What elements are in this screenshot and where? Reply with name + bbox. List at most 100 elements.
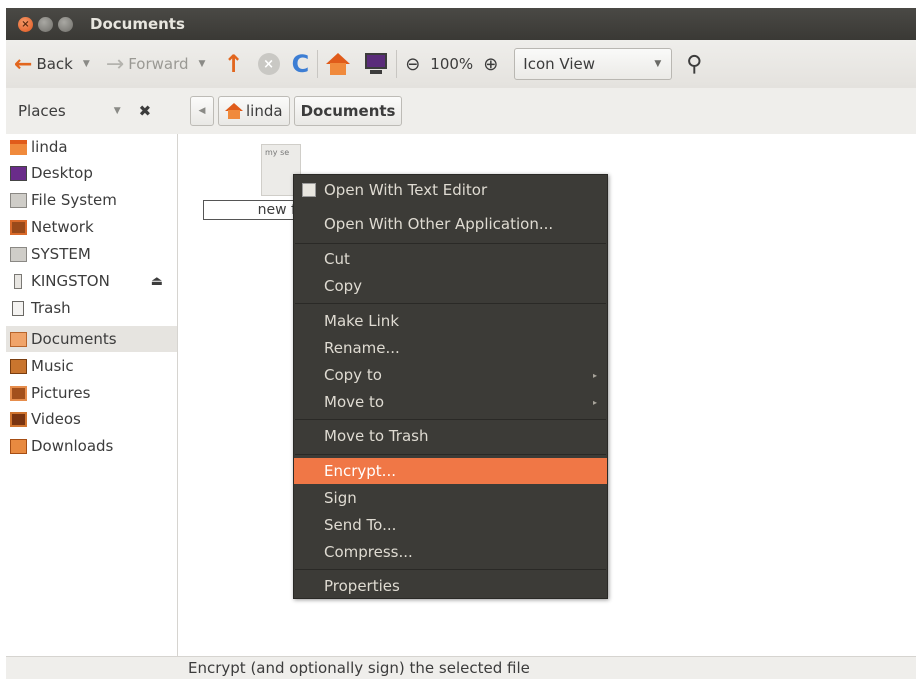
sidebar-item-system[interactable]: SYSTEM xyxy=(6,241,177,267)
title-bar: × Documents xyxy=(6,8,916,40)
desktop-icon xyxy=(10,165,27,181)
sidebar-item-desktop[interactable]: Desktop xyxy=(6,160,177,186)
search-icon: ⚲ xyxy=(686,51,703,77)
sidebar-item-label: SYSTEM xyxy=(31,245,91,263)
menu-item-label: Rename... xyxy=(324,339,400,357)
back-button[interactable]: ← Back ▼ xyxy=(14,52,90,77)
sidebar-item-downloads[interactable]: Downloads xyxy=(6,433,177,459)
breadcrumb-current-label: Documents xyxy=(300,102,396,120)
file-name-value: new f xyxy=(257,202,296,218)
menu-item-sign[interactable]: Sign xyxy=(294,485,607,511)
menu-item-rename[interactable]: Rename... xyxy=(294,335,607,361)
documents-folder-icon xyxy=(10,331,27,347)
drive-icon xyxy=(10,192,27,208)
sidebar-item-music[interactable]: Music xyxy=(6,353,177,379)
menu-item-label: Move to xyxy=(324,393,385,411)
maximize-window-button[interactable] xyxy=(58,16,73,32)
places-header: Places ▼ ✖ xyxy=(6,88,178,134)
sidebar-item-label: File System xyxy=(31,191,117,209)
sidebar-item-documents[interactable]: Documents xyxy=(6,326,177,352)
home-icon xyxy=(225,103,243,119)
breadcrumb-current[interactable]: Documents xyxy=(293,96,403,126)
sidebar-item-file-system[interactable]: File System xyxy=(6,187,177,213)
menu-item-label: Copy to xyxy=(324,366,382,384)
chevron-left-icon: ◀ xyxy=(198,106,206,116)
path-back-button[interactable]: ◀ xyxy=(190,96,214,126)
menu-item-label: Open With Text Editor xyxy=(324,181,488,199)
toolbar-separator xyxy=(317,50,319,78)
stop-button[interactable]: × xyxy=(257,53,280,75)
zoom-in-icon: ⊕ xyxy=(483,53,499,75)
sidebar-item-linda[interactable]: linda xyxy=(6,134,177,160)
menu-item-label: Encrypt... xyxy=(324,462,396,480)
menu-item-properties[interactable]: Properties xyxy=(294,573,607,599)
places-label: Places xyxy=(18,102,66,120)
computer-button[interactable] xyxy=(364,53,388,75)
close-window-button[interactable]: × xyxy=(18,16,33,32)
usb-drive-icon xyxy=(14,273,22,289)
chevron-right-icon: ▸ xyxy=(592,397,597,407)
view-mode-select[interactable]: Icon View ▼ xyxy=(514,48,673,80)
menu-item-open-with-other-application[interactable]: Open With Other Application... xyxy=(294,211,607,237)
sidebar-item-network[interactable]: Network xyxy=(6,214,177,240)
home-icon xyxy=(326,53,351,75)
menu-separator xyxy=(295,419,606,420)
menu-separator xyxy=(295,454,606,455)
forward-button[interactable]: → Forward ▼ xyxy=(106,52,206,77)
forward-arrow-icon: → xyxy=(105,51,125,77)
menu-item-copy-to[interactable]: Copy to ▸ xyxy=(294,362,607,388)
up-button[interactable]: ↑ xyxy=(223,50,243,78)
eject-icon[interactable]: ⏏ xyxy=(151,274,163,289)
chevron-down-icon: ▼ xyxy=(654,59,662,69)
up-arrow-icon: ↑ xyxy=(223,50,244,78)
sidebar-item-label: KINGSTON xyxy=(31,272,110,290)
file-preview-text: my se xyxy=(265,148,290,157)
menu-separator xyxy=(295,243,606,244)
sidebar-item-trash[interactable]: Trash xyxy=(6,295,177,321)
menu-item-move-to[interactable]: Move to ▸ xyxy=(294,389,607,415)
menu-item-make-link[interactable]: Make Link xyxy=(294,308,607,334)
reload-button[interactable]: C xyxy=(292,50,310,78)
drive-icon xyxy=(10,246,27,262)
text-editor-icon xyxy=(302,183,316,197)
home-button[interactable] xyxy=(326,53,351,75)
search-button[interactable]: ⚲ xyxy=(686,52,702,77)
menu-item-cut[interactable]: Cut xyxy=(294,246,607,272)
menu-item-encrypt[interactable]: Encrypt... xyxy=(294,458,607,484)
sidebar-item-label: Trash xyxy=(31,299,71,317)
breadcrumb-home[interactable]: linda xyxy=(218,96,290,126)
chevron-down-icon[interactable]: ▼ xyxy=(199,59,206,69)
videos-folder-icon xyxy=(10,411,27,427)
close-icon: × xyxy=(21,18,30,30)
sidebar-item-label: Music xyxy=(31,357,74,375)
menu-item-label: Send To... xyxy=(324,516,397,534)
network-icon xyxy=(10,219,27,235)
menu-item-open-with-text-editor[interactable]: Open With Text Editor xyxy=(294,177,607,203)
sidebar-item-videos[interactable]: Videos xyxy=(6,406,177,432)
sidebar-item-kingston[interactable]: KINGSTON ⏏ xyxy=(6,268,177,294)
menu-item-compress[interactable]: Compress... xyxy=(294,539,607,565)
music-folder-icon xyxy=(10,358,27,374)
file-name-field[interactable]: new f xyxy=(203,200,301,220)
sidebar-item-label: Network xyxy=(31,218,94,236)
minimize-window-button[interactable] xyxy=(38,16,53,32)
sidebar: linda Desktop File System Network SYSTEM… xyxy=(6,134,178,656)
chevron-down-icon[interactable]: ▼ xyxy=(114,106,121,116)
menu-item-label: Make Link xyxy=(324,312,399,330)
status-text: Encrypt (and optionally sign) the select… xyxy=(188,659,530,677)
toolbar-separator xyxy=(396,50,398,78)
back-arrow-icon: ← xyxy=(14,51,33,77)
sidebar-status-area xyxy=(6,656,179,679)
zoom-in-button[interactable]: ⊕ xyxy=(483,54,498,75)
home-folder-icon xyxy=(10,139,27,155)
menu-item-move-to-trash[interactable]: Move to Trash xyxy=(294,423,607,449)
zoom-level: 100% xyxy=(430,55,474,73)
back-label: Back xyxy=(36,55,73,73)
chevron-down-icon[interactable]: ▼ xyxy=(83,59,90,69)
menu-item-copy[interactable]: Copy xyxy=(294,273,607,299)
menu-item-send-to[interactable]: Send To... xyxy=(294,512,607,538)
sidebar-item-pictures[interactable]: Pictures xyxy=(6,380,177,406)
zoom-out-button[interactable]: ⊖ xyxy=(405,54,420,75)
close-sidebar-icon[interactable]: ✖ xyxy=(139,102,152,120)
context-menu: Open With Text Editor Open With Other Ap… xyxy=(293,174,608,599)
